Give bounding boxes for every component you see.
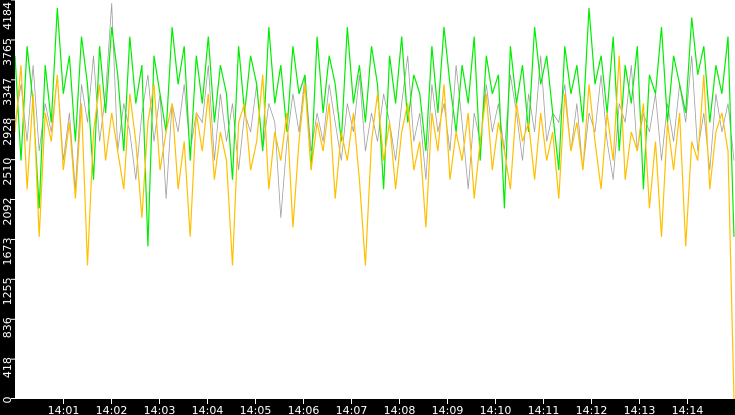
y-tick-label: 1255: [1, 277, 14, 305]
x-tick-label: 14:08: [384, 404, 416, 415]
y-tick-label: 2092: [1, 198, 14, 226]
line-chart: 0 418 836 1255 1673 2092 2510 2928 3347 3765 4184 …: [0, 0, 735, 415]
x-tick-label: 14:01: [48, 404, 80, 415]
x-tick-label: 14:11: [528, 404, 560, 415]
y-tick-label: 3765: [1, 38, 14, 66]
y-tick-label: 836: [1, 317, 14, 338]
x-tick-label: 14:02: [96, 404, 128, 415]
x-tick-label: 14:12: [576, 404, 608, 415]
x-tick-label: 14:03: [144, 404, 176, 415]
x-tick-label: 14:05: [240, 404, 272, 415]
x-tick-label: 14:10: [480, 404, 512, 415]
y-tick-label: 1673: [1, 237, 14, 265]
x-tick-label: 14:14: [672, 404, 704, 415]
y-tick-label: 2510: [1, 158, 14, 186]
plot-background: [0, 0, 735, 415]
x-tick-label: 14:07: [336, 404, 368, 415]
x-tick-label: 14:06: [288, 404, 320, 415]
x-tick-label: 14:13: [624, 404, 656, 415]
y-tick-label: 418: [1, 357, 14, 378]
y-tick-label: 2928: [1, 118, 14, 146]
x-tick-label: 14:04: [192, 404, 224, 415]
y-tick-label: 4184: [1, 2, 14, 30]
y-tick-label: 3347: [1, 78, 14, 106]
x-tick-label: 14:09: [432, 404, 464, 415]
chart-svg: 041883612551673209225102928334737654184 …: [0, 0, 735, 415]
y-tick-label: 0: [1, 397, 14, 404]
